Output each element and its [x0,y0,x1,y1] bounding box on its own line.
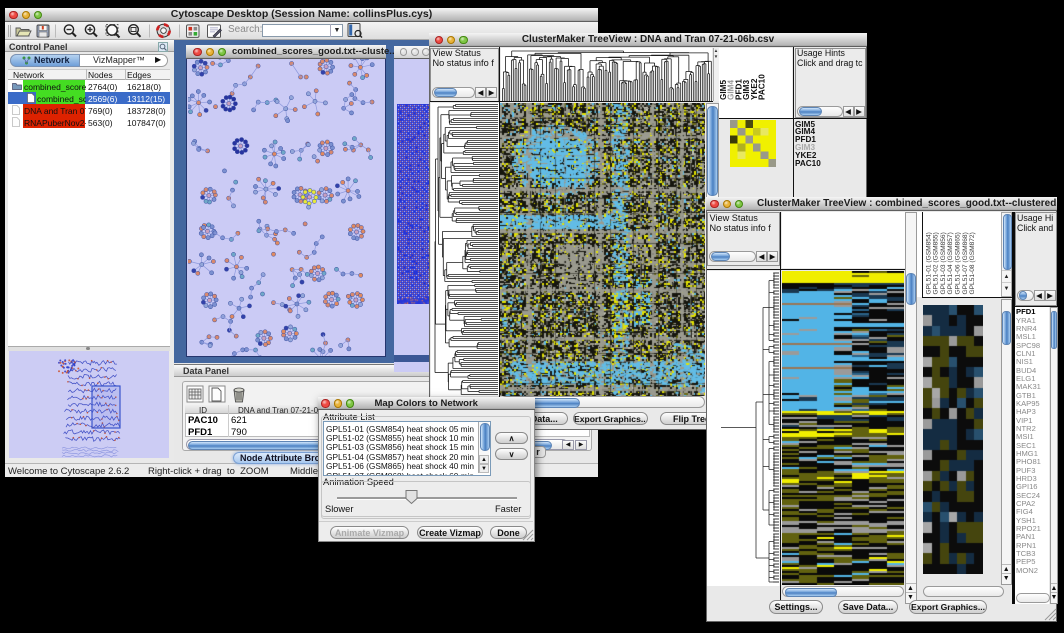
svg-text:GPL51-01 (GSM854): GPL51-01 (GSM854) [925,232,932,294]
svg-text:PAC10: PAC10 [758,73,767,99]
svg-text:GPL51-02 (GSM855): GPL51-02 (GSM855) [933,232,940,294]
svg-text:GPL51-08 (GSM872): GPL51-08 (GSM872) [969,232,976,294]
svg-text:GPL51-06 (GSM865): GPL51-06 (GSM865) [955,232,962,294]
svg-text:GPL51-03 (GSM856): GPL51-03 (GSM856) [940,232,947,294]
svg-text:GPL51-07 (GSM868): GPL51-07 (GSM868) [962,232,969,294]
svg-text:GPL51-04 (GSM857): GPL51-04 (GSM857) [947,232,954,294]
